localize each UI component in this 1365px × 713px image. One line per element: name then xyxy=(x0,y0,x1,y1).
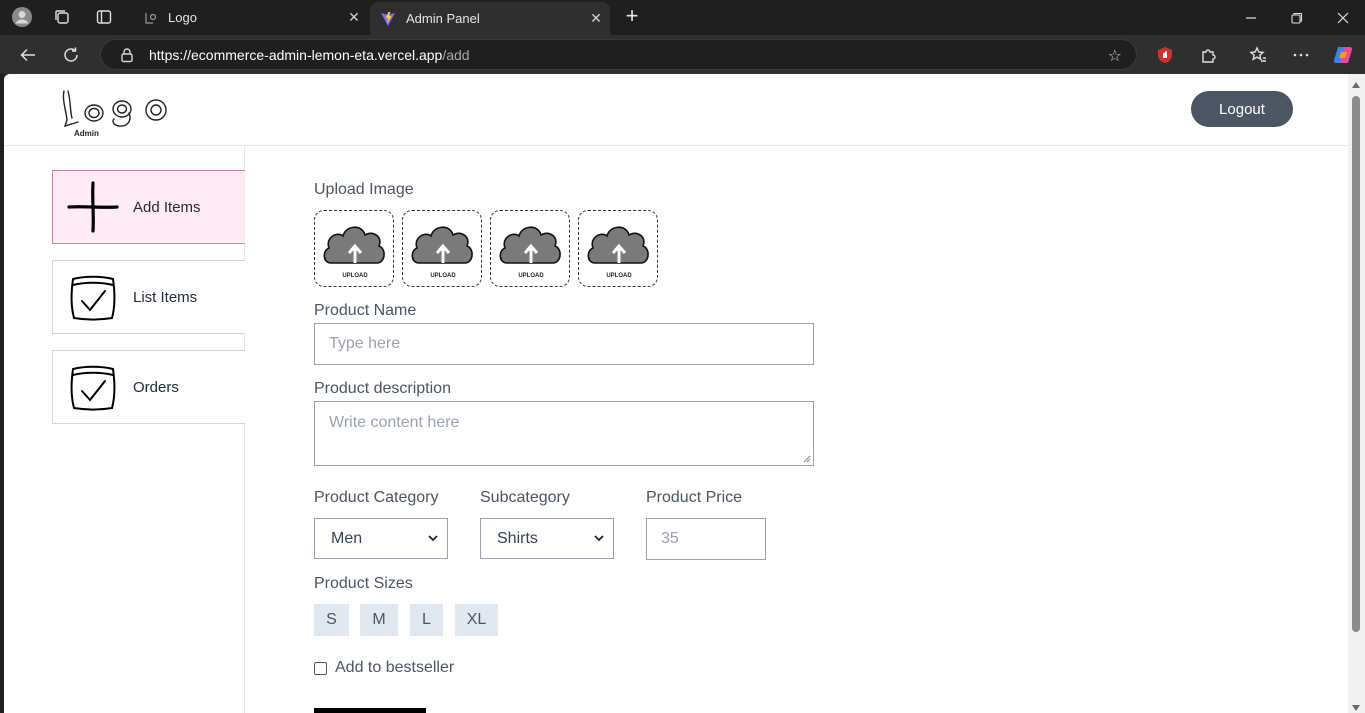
tab-admin-panel[interactable]: Admin Panel ✕ xyxy=(370,2,610,35)
svg-text:UPLOAD: UPLOAD xyxy=(430,273,456,279)
page-favicon-icon xyxy=(142,10,158,26)
page-viewport: Admin Logout Add Items List Items Orders… xyxy=(4,74,1348,713)
workspaces-icon[interactable] xyxy=(50,6,74,28)
product-name-input[interactable]: Type here xyxy=(314,323,814,365)
product-category-label: Product Category xyxy=(314,489,439,506)
svg-text:Admin: Admin xyxy=(74,129,99,138)
product-description-label: Product description xyxy=(314,380,451,397)
size-option-xl[interactable]: XL xyxy=(455,604,498,636)
scroll-down-icon[interactable] xyxy=(1352,705,1360,711)
chevron-down-icon xyxy=(594,535,604,542)
url-text: https://ecommerce-admin-lemon-eta.vercel… xyxy=(149,47,470,63)
close-tab-icon[interactable]: ✕ xyxy=(340,9,368,26)
product-category-select[interactable]: Men xyxy=(314,518,448,559)
resize-handle-icon[interactable] xyxy=(803,455,811,463)
sidebar-item-orders[interactable]: Orders xyxy=(52,350,245,424)
product-sizes-label: Product Sizes xyxy=(314,575,413,592)
sidebar-item-list-items[interactable]: List Items xyxy=(52,260,245,334)
upload-image-slot-1[interactable]: UPLOAD xyxy=(314,210,394,287)
sidebar-item-label: Add Items xyxy=(133,198,201,216)
checklist-icon xyxy=(70,365,116,411)
svg-text:UPLOAD: UPLOAD xyxy=(342,273,368,279)
product-name-label: Product Name xyxy=(314,302,417,319)
svg-text:UPLOAD: UPLOAD xyxy=(518,273,544,279)
admin-header: Admin Logout xyxy=(4,74,1348,146)
upload-cloud-icon: UPLOAD xyxy=(411,226,473,279)
browser-toolbar: https://ecommerce-admin-lemon-eta.vercel… xyxy=(0,35,1365,74)
back-icon[interactable] xyxy=(15,42,41,68)
logo-image: Admin xyxy=(62,90,167,138)
upload-image-slot-4[interactable]: UPLOAD xyxy=(578,210,658,287)
profile-icon[interactable] xyxy=(10,6,34,28)
vertical-tabs-icon[interactable] xyxy=(92,6,116,28)
tab-title: Admin Panel xyxy=(406,11,480,26)
placeholder-text: Type here xyxy=(329,335,401,352)
upload-image-slot-3[interactable]: UPLOAD xyxy=(490,210,570,287)
upload-image-label: Upload Image xyxy=(314,181,414,198)
placeholder-text: 35 xyxy=(661,530,679,547)
sidebar-item-label: List Items xyxy=(133,288,198,306)
upload-cloud-icon: UPLOAD xyxy=(499,226,561,279)
browser-tab-strip: Logo ✕ Admin Panel ✕ + xyxy=(0,0,1365,35)
product-price-input[interactable]: 35 xyxy=(646,518,766,560)
tab-logo[interactable]: Logo ✕ xyxy=(132,0,368,35)
tab-title: Logo xyxy=(168,10,197,25)
size-option-s[interactable]: S xyxy=(314,604,349,636)
address-bar[interactable]: https://ecommerce-admin-lemon-eta.vercel… xyxy=(100,39,1137,70)
page-scrollbar[interactable] xyxy=(1348,74,1365,713)
vite-favicon-icon xyxy=(380,11,396,27)
sidebar: Add Items List Items Orders xyxy=(4,146,245,713)
restore-icon[interactable] xyxy=(1274,0,1320,35)
subcategory-label: Subcategory xyxy=(480,489,570,506)
logout-button[interactable]: Logout xyxy=(1191,91,1293,127)
upload-cloud-icon: UPLOAD xyxy=(587,226,649,279)
plus-icon xyxy=(67,181,119,233)
refresh-icon[interactable] xyxy=(58,42,84,68)
bestseller-checkbox[interactable] xyxy=(314,662,327,675)
lock-icon[interactable] xyxy=(119,47,135,63)
extension-shield-icon[interactable] xyxy=(1153,43,1177,67)
more-options-icon[interactable] xyxy=(1289,43,1313,67)
placeholder-text: Write content here xyxy=(329,414,460,431)
svg-text:UPLOAD: UPLOAD xyxy=(606,273,632,279)
product-description-textarea[interactable]: Write content here xyxy=(314,401,814,466)
new-tab-icon[interactable]: + xyxy=(620,5,644,29)
checklist-icon xyxy=(70,275,116,321)
selected-value: Shirts xyxy=(497,529,538,547)
sidebar-item-add-items[interactable]: Add Items xyxy=(52,170,245,244)
size-option-m[interactable]: M xyxy=(360,604,398,636)
favorites-icon[interactable] xyxy=(1246,43,1270,67)
minimize-icon[interactable] xyxy=(1228,0,1274,35)
scroll-up-icon[interactable] xyxy=(1352,82,1360,88)
extensions-puzzle-icon[interactable] xyxy=(1197,43,1221,67)
upload-image-slot-2[interactable]: UPLOAD xyxy=(402,210,482,287)
add-product-button[interactable] xyxy=(314,708,426,713)
subcategory-select[interactable]: Shirts xyxy=(480,518,614,559)
copilot-icon[interactable] xyxy=(1331,43,1355,67)
favorite-star-icon[interactable]: ☆ xyxy=(1108,46,1122,66)
size-option-l[interactable]: L xyxy=(410,604,443,636)
bestseller-label: Add to bestseller xyxy=(335,659,455,676)
upload-cloud-icon: UPLOAD xyxy=(323,226,385,279)
chevron-down-icon xyxy=(428,535,438,542)
close-tab-icon[interactable]: ✕ xyxy=(582,10,610,27)
selected-value: Men xyxy=(331,529,363,547)
close-window-icon[interactable] xyxy=(1320,0,1365,35)
scrollbar-thumb[interactable] xyxy=(1352,96,1360,632)
sidebar-item-label: Orders xyxy=(133,378,179,396)
product-price-label: Product Price xyxy=(646,489,743,506)
